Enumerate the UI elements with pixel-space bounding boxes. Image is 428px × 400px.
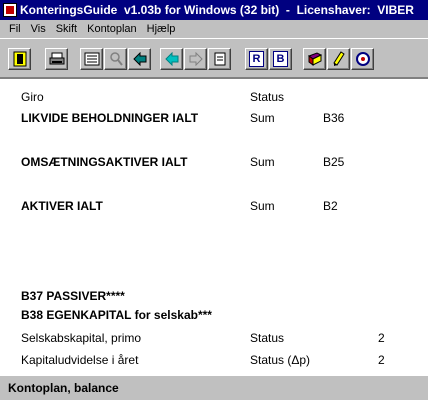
- menu-kontoplan[interactable]: Kontoplan: [82, 23, 142, 35]
- print-icon: [49, 52, 64, 65]
- table-row[interactable]: OMSÆTNINGSAKTIVER IALT Sum B25: [0, 155, 428, 171]
- content-area: Giro Status LIKVIDE BEHOLDNINGER IALT Su…: [0, 78, 428, 375]
- r-icon: R: [249, 51, 264, 67]
- menu-hjaelp[interactable]: Hjælp: [142, 23, 181, 35]
- r-button[interactable]: R: [245, 48, 268, 70]
- header-giro: Giro: [21, 90, 44, 104]
- back-icon: [132, 52, 146, 66]
- b-icon: B: [273, 51, 288, 67]
- b-button[interactable]: B: [269, 48, 292, 70]
- row-ref: B25: [323, 155, 345, 169]
- app-icon[interactable]: [3, 3, 17, 17]
- row-ref: 2: [378, 331, 385, 345]
- table-row[interactable]: B38 EGENKAPITAL for selskab***: [0, 308, 428, 324]
- row-label: Kapitaludvidelse i året: [21, 353, 139, 367]
- print-button[interactable]: [45, 48, 68, 70]
- row-ref: 2: [378, 353, 385, 367]
- window-title: KonteringsGuide v1.03b for Windows (32 b…: [20, 3, 414, 17]
- menu-vis[interactable]: Vis: [26, 23, 51, 35]
- header-status: Status: [250, 90, 285, 104]
- next-icon: [189, 52, 203, 66]
- row-label: LIKVIDE BEHOLDNINGER IALT: [21, 111, 199, 125]
- menu-bar: Fil Vis Skift Kontoplan Hjælp: [0, 20, 428, 38]
- row-label: B37 PASSIVER****: [21, 289, 125, 303]
- row-ref: B2: [323, 199, 338, 213]
- search-button[interactable]: [104, 48, 127, 70]
- prev-button[interactable]: [160, 48, 183, 70]
- table-row[interactable]: B37 PASSIVER****: [0, 289, 428, 305]
- help-icon: [355, 52, 370, 66]
- search-icon: [109, 52, 123, 66]
- next-button[interactable]: [184, 48, 207, 70]
- exit-door-icon: [13, 51, 26, 67]
- row-status: Sum: [250, 199, 275, 213]
- book-icon: [307, 52, 322, 66]
- page-icon: [214, 52, 225, 66]
- title-bar: KonteringsGuide v1.03b for Windows (32 b…: [0, 0, 428, 20]
- status-text: Kontoplan, balance: [8, 381, 119, 395]
- row-label: Selskabskapital, primo: [21, 331, 142, 345]
- table-row[interactable]: AKTIVER IALT Sum B2: [0, 199, 428, 215]
- exit-button[interactable]: [8, 48, 31, 70]
- prev-icon: [164, 52, 178, 66]
- menu-skift[interactable]: Skift: [51, 23, 82, 35]
- page-button[interactable]: [208, 48, 231, 70]
- table-row[interactable]: Selskabskapital, primo Status 2: [0, 331, 428, 347]
- row-label: OMSÆTNINGSAKTIVER IALT: [21, 155, 188, 169]
- pencil-icon: [332, 51, 345, 66]
- row-label: B38 EGENKAPITAL for selskab***: [21, 308, 212, 322]
- table-header: Giro Status: [0, 90, 428, 106]
- pencil-button[interactable]: [327, 48, 350, 70]
- row-status: Sum: [250, 155, 275, 169]
- row-status: Sum: [250, 111, 275, 125]
- toolbar: R B: [0, 38, 428, 78]
- list-icon: [84, 52, 99, 66]
- menu-fil[interactable]: Fil: [0, 23, 26, 35]
- help-button[interactable]: [351, 48, 374, 70]
- row-label: AKTIVER IALT: [21, 199, 103, 213]
- table-row[interactable]: LIKVIDE BEHOLDNINGER IALT Sum B36: [0, 111, 428, 127]
- book-button[interactable]: [303, 48, 326, 70]
- back-button[interactable]: [128, 48, 151, 70]
- row-ref: B36: [323, 111, 345, 125]
- table-row[interactable]: Kapitaludvidelse i året Status (Δp) 2: [0, 353, 428, 369]
- row-status: Status (Δp): [250, 353, 311, 367]
- status-bar: Kontoplan, balance: [0, 375, 428, 400]
- row-status: Status: [250, 331, 285, 345]
- list-button[interactable]: [80, 48, 103, 70]
